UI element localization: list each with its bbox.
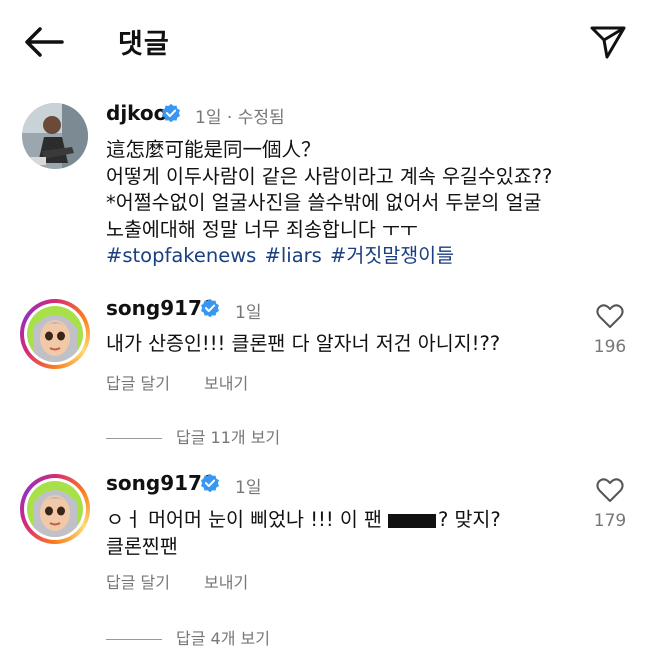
comment-time: 1일 (235, 303, 262, 323)
view-replies-button[interactable]: 답글 11개 보기 (106, 424, 280, 448)
post-username[interactable]: djkoo (106, 101, 167, 125)
share-button[interactable] (588, 22, 628, 62)
commenter-avatar (27, 481, 83, 537)
divider-line (106, 438, 162, 439)
send-button[interactable]: 보내기 (204, 569, 248, 593)
comment-text-part: ? 맞지? (437, 508, 501, 531)
caption-line: 這怎麼可能是同一個人？ (106, 138, 321, 161)
view-replies-button[interactable]: 답글 4개 보기 (106, 625, 270, 649)
hashtag-link[interactable]: #거짓말쟁이들 (330, 244, 454, 267)
arrow-left-icon (25, 27, 64, 57)
verified-badge-icon (162, 103, 180, 123)
view-replies-label: 답글 11개 보기 (176, 428, 281, 447)
post-edited: · 수정됨 (226, 108, 285, 128)
post-author-avatar[interactable] (22, 103, 88, 169)
heart-icon[interactable] (596, 303, 624, 329)
comment-text: ㅇㅓ 머어머 눈이 삐었나 !!! 이 팬 ? 맞지? 클론찐팬 (106, 507, 501, 560)
reply-button[interactable]: 답글 달기 (106, 569, 170, 593)
redaction-bar (387, 513, 436, 528)
view-replies-label: 답글 4개 보기 (176, 629, 270, 648)
comment-text-part: ㅇㅓ 머어머 눈이 삐었나 !!! 이 팬 (106, 508, 382, 531)
hashtags: #stopfakenews #liars #거짓말쟁이들 (106, 243, 552, 270)
commenter-avatar (27, 306, 83, 362)
page-title: 댓글 (118, 29, 170, 60)
hashtag-link[interactable]: #stopfakenews (106, 244, 256, 267)
reply-button[interactable]: 답글 달기 (106, 370, 170, 394)
post-meta: 1일 · 수정됨 (195, 103, 285, 128)
commenter-avatar-story-ring[interactable] (20, 474, 90, 544)
paper-plane-icon (590, 26, 626, 59)
caption-line: *어쩔수없이 얼굴사진을 쓸수밖에 없어서 두분의 얼굴 (106, 191, 542, 214)
like-count: 179 (593, 511, 627, 531)
post-time: 1일 (195, 108, 222, 128)
verified-badge-icon (201, 473, 219, 493)
post-caption: 這怎麼可能是同一個人？ 어떻게 이두사람이 같은 사람이라고 계속 우길수있죠?… (106, 137, 552, 270)
comment-text-part: 클론찐팬 (106, 534, 178, 558)
hashtag-link[interactable]: #liars (265, 244, 322, 267)
caption-line: 어떻게 이두사람이 같은 사람이라고 계속 우길수있죠?? (106, 164, 553, 188)
header: 댓글 (0, 0, 658, 84)
send-button[interactable]: 보내기 (204, 370, 248, 394)
divider-line (106, 639, 162, 640)
verified-badge-icon (201, 298, 219, 318)
caption-line: 노출에대해 정말 너무 죄송합니다 ㅜㅜ (106, 217, 418, 241)
comment-time: 1일 (235, 478, 262, 498)
commenter-avatar-story-ring[interactable] (20, 299, 90, 369)
like-count: 196 (593, 337, 627, 357)
back-button[interactable] (22, 24, 66, 60)
comment-text: 내가 산증인!!! 클론팬 다 알자너 저건 아니지!?? (106, 332, 501, 355)
heart-icon[interactable] (596, 477, 624, 503)
